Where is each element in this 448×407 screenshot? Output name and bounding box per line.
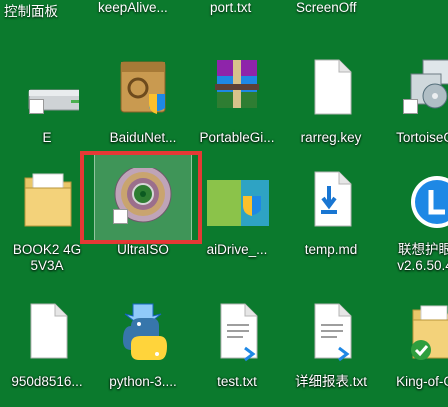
installer-icon bbox=[393, 56, 448, 128]
desktop-icon-e-drive[interactable]: E bbox=[0, 56, 94, 146]
desktop-icon-label-control-panel[interactable]: 控制面板 bbox=[4, 0, 58, 20]
desktop-icon-lianxiang[interactable]: 联想护眼 v2.6.50.4 bbox=[378, 168, 448, 274]
desktop-icon-ultraiso[interactable]: UltraISO bbox=[96, 168, 190, 258]
desktop-icon-label: test.txt bbox=[217, 374, 257, 389]
desktop-icon-label-line1: BOOK2 4G bbox=[12, 242, 82, 257]
blank-file-icon bbox=[299, 56, 363, 128]
desktop-icon-label: BaiduNet... bbox=[109, 130, 177, 145]
desktop-icon-label-keepalive[interactable]: keepAlive... bbox=[98, 0, 168, 15]
desktop-icon-book2-folder[interactable]: BOOK2 4G 5V3A bbox=[0, 168, 94, 274]
desktop-icon-label: 详细报表.txt bbox=[294, 374, 367, 389]
text-file-icon bbox=[205, 300, 269, 372]
desktop-icon-king-of-glory[interactable]: King-of-G bbox=[378, 300, 448, 390]
archive-box-icon bbox=[111, 56, 175, 128]
desktop-icon-rarreg[interactable]: rarreg.key bbox=[284, 56, 378, 146]
desktop-icon-label: python-3.... bbox=[109, 374, 177, 389]
desktop-icon-label: King-of-G bbox=[396, 374, 448, 389]
desktop-icon-report-txt[interactable]: 详细报表.txt bbox=[284, 300, 378, 390]
blank-file-icon bbox=[15, 300, 79, 372]
text-file-icon bbox=[299, 300, 363, 372]
folder-icon bbox=[15, 168, 79, 240]
desktop-icon-temp-md[interactable]: temp.md bbox=[284, 168, 378, 258]
desktop-icon-label: rarreg.key bbox=[300, 130, 362, 145]
desktop: 控制面板 keepAlive... port.txt ScreenOff E B… bbox=[0, 0, 448, 407]
app-shield-icon bbox=[205, 168, 269, 240]
desktop-icon-test-txt[interactable]: test.txt bbox=[190, 300, 284, 390]
desktop-icon-950d8516[interactable]: 950d8516... bbox=[0, 300, 94, 390]
desktop-icon-python-installer[interactable]: python-3.... bbox=[96, 300, 190, 390]
download-file-icon bbox=[299, 168, 363, 240]
disc-icon bbox=[111, 168, 175, 240]
desktop-icon-label: TortoiseG bbox=[396, 130, 448, 145]
python-icon bbox=[111, 300, 175, 372]
eye-care-app-icon bbox=[393, 168, 448, 240]
desktop-icon-label: E bbox=[42, 130, 52, 145]
winrar-archive-icon bbox=[205, 56, 269, 128]
desktop-icon-label-port[interactable]: port.txt bbox=[210, 0, 251, 15]
shortcut-arrow-icon bbox=[113, 209, 128, 224]
desktop-icon-baidrive[interactable]: aiDrive_... bbox=[190, 168, 284, 258]
desktop-icon-label-screenoff[interactable]: ScreenOff bbox=[296, 0, 357, 15]
drive-icon bbox=[15, 56, 79, 128]
desktop-icon-label-line1: 联想护眼 bbox=[398, 242, 448, 257]
shortcut-arrow-icon bbox=[29, 99, 44, 114]
desktop-icon-label: temp.md bbox=[304, 242, 358, 257]
desktop-icon-tortoisegit[interactable]: TortoiseG bbox=[378, 56, 448, 146]
desktop-icon-label: UltraISO bbox=[117, 242, 169, 257]
desktop-icon-label-line2: v2.6.50.4 bbox=[397, 258, 448, 273]
desktop-icon-baidunetdisk[interactable]: BaiduNet... bbox=[96, 56, 190, 146]
shortcut-arrow-icon bbox=[403, 99, 418, 114]
desktop-icon-label-line2: 5V3A bbox=[30, 258, 64, 273]
desktop-icon-label: PortableGi... bbox=[199, 130, 275, 145]
desktop-icon-label: 950d8516... bbox=[11, 374, 83, 389]
desktop-icon-label: aiDrive_... bbox=[206, 242, 268, 257]
folder-icon bbox=[393, 300, 448, 372]
desktop-icon-portablegit[interactable]: PortableGi... bbox=[190, 56, 284, 146]
